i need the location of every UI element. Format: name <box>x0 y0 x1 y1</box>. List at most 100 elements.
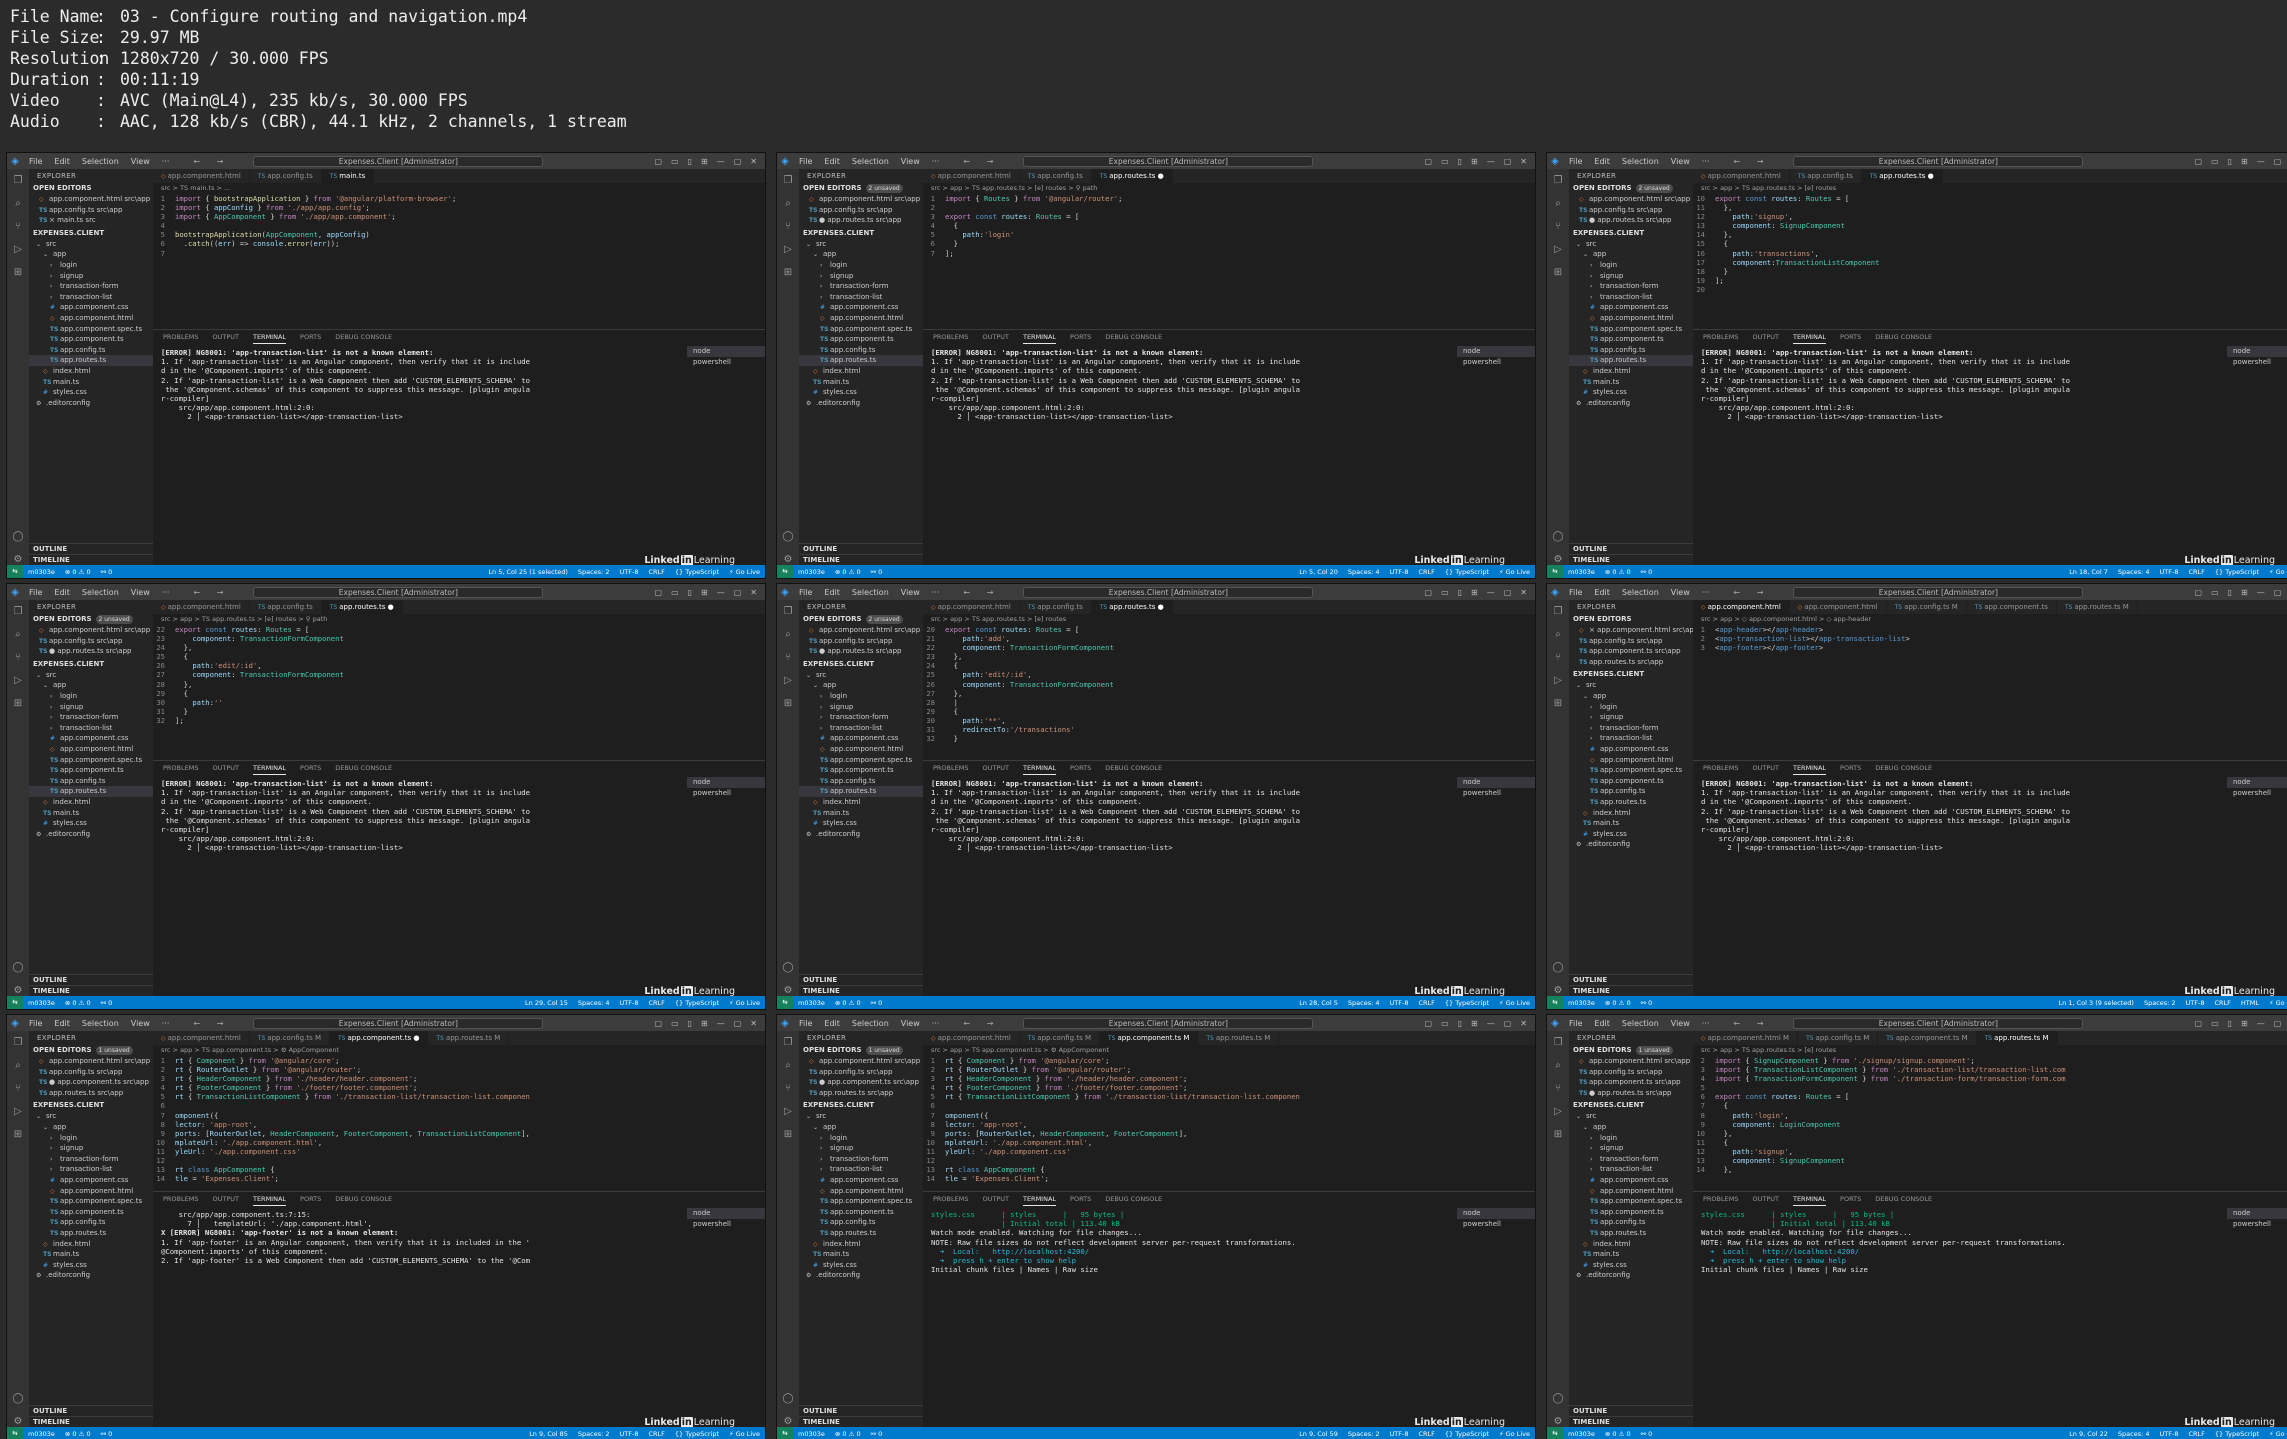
panel-tab-ports[interactable]: PORTS <box>1070 761 1091 775</box>
status-item[interactable]: UTF-8 <box>615 999 644 1007</box>
code-editor[interactable]: 10 export const routes: Routes = [11 }, 12… <box>1693 194 2287 294</box>
tree-item[interactable]: # styles.css <box>29 1260 153 1271</box>
tree-item[interactable]: ⌄ app <box>799 1122 923 1133</box>
back-arrow-icon[interactable]: ← <box>963 588 970 597</box>
tree-item[interactable]: TS app.routes.ts <box>799 786 923 797</box>
panel-tab-terminal[interactable]: TERMINAL <box>252 761 287 775</box>
panel-tab-ports[interactable]: PORTS <box>1840 330 1861 344</box>
timeline-section[interactable]: TIMELINE <box>799 985 923 996</box>
editor-tab[interactable]: ◇ app.component.html <box>153 169 250 183</box>
account-icon[interactable]: ◯ <box>12 962 23 973</box>
tree-item[interactable]: ⌄ src <box>1569 239 1693 250</box>
ports-status[interactable]: ⚯ 0 <box>1636 568 1658 576</box>
editor-tab[interactable]: ◇ app.component.html <box>923 1031 1020 1045</box>
panel-tab-debug-console[interactable]: DEBUG CONSOLE <box>1105 330 1162 344</box>
status-item[interactable]: CRLF <box>2183 568 2209 576</box>
account-icon[interactable]: ◯ <box>12 1393 23 1404</box>
project-section[interactable]: EXPENSES.CLIENT <box>29 1100 153 1111</box>
editor-tab[interactable]: TS app.component.ts M <box>1099 1031 1199 1045</box>
toggle-panel-icon[interactable]: ▭ <box>1441 1019 1449 1028</box>
tree-item[interactable]: › transaction-form <box>29 281 153 292</box>
remote-icon[interactable]: ⇆ <box>777 1427 793 1439</box>
status-item[interactable]: ⚡ Go Live <box>1494 999 1535 1007</box>
maximize-icon[interactable]: ▢ <box>734 588 742 597</box>
terminal-output[interactable]: [ERROR] NG8001: 'app-transaction-list' i… <box>161 348 675 422</box>
timeline-section[interactable]: TIMELINE <box>799 554 923 565</box>
toggle-panel-icon[interactable]: ▭ <box>1441 588 1449 597</box>
open-editors-section[interactable]: OPEN EDITORS 2 unsaved <box>29 614 153 625</box>
extensions-icon[interactable]: ⊞ <box>784 1129 792 1140</box>
status-item[interactable]: ⚡ Go Live <box>724 1430 765 1438</box>
status-item[interactable]: Ln 5, Col 20 <box>1294 568 1343 576</box>
tree-item[interactable]: TS app.routes.ts <box>29 1228 153 1239</box>
code-editor[interactable]: 1 rt { Component } from '@angular/core'; 2… <box>153 1056 765 1183</box>
status-item[interactable]: CRLF <box>643 568 669 576</box>
code-editor[interactable]: 2 import { SignupComponent } from './sign… <box>1693 1056 2287 1174</box>
source-control-icon[interactable]: ⑂ <box>785 652 791 663</box>
panel-tab-ports[interactable]: PORTS <box>1840 761 1861 775</box>
tree-item[interactable]: ⌄ app <box>1569 1122 1693 1133</box>
status-item[interactable]: ⚡ Go Live <box>1494 568 1535 576</box>
tree-item[interactable]: TS main.ts <box>799 377 923 388</box>
toggle-sidebar-icon[interactable]: ▢ <box>2195 157 2203 166</box>
toggle-sidebar-icon[interactable]: ▢ <box>1425 588 1433 597</box>
timeline-section[interactable]: TIMELINE <box>1569 554 1693 565</box>
terminal-node[interactable]: node <box>2227 1208 2287 1219</box>
project-section[interactable]: EXPENSES.CLIENT <box>799 659 923 670</box>
menu-selection[interactable]: Selection <box>1616 588 1665 597</box>
outline-section[interactable]: OUTLINE <box>799 1405 923 1416</box>
editor-tab[interactable]: TS app.component.ts <box>1967 600 2057 614</box>
branch-status[interactable]: m0303e <box>23 999 60 1007</box>
tree-item[interactable]: TS main.ts <box>29 808 153 819</box>
extensions-icon[interactable]: ⊞ <box>14 267 22 278</box>
open-editor-item[interactable]: TS app.config.ts src\app <box>799 636 923 647</box>
panel-tab-ports[interactable]: PORTS <box>300 1192 321 1206</box>
open-editors-section[interactable]: OPEN EDITORS 2 unsaved <box>799 183 923 194</box>
extensions-icon[interactable]: ⊞ <box>1554 698 1562 709</box>
source-control-icon[interactable]: ⑂ <box>15 652 21 663</box>
open-editor-item[interactable]: TS app.routes.ts src\app <box>29 1088 153 1099</box>
remote-icon[interactable]: ⇆ <box>7 565 23 578</box>
remote-icon[interactable]: ⇆ <box>1547 1427 1563 1439</box>
problems-status[interactable]: ⊗ 0 ⚠ 0 <box>60 999 96 1007</box>
status-item[interactable]: UTF-8 <box>2155 568 2184 576</box>
toggle-secondary-icon[interactable]: ▯ <box>688 157 692 166</box>
toggle-panel-icon[interactable]: ▭ <box>671 157 679 166</box>
terminal-output[interactable]: [ERROR] NG8001: 'app-transaction-list' i… <box>931 348 1445 422</box>
maximize-icon[interactable]: ▢ <box>734 157 742 166</box>
editor-tab[interactable]: ◇ app.component.html <box>1790 600 1887 614</box>
back-arrow-icon[interactable]: ← <box>963 1019 970 1028</box>
toggle-panel-icon[interactable]: ▭ <box>671 1019 679 1028</box>
menu-moremoremore[interactable]: ··· <box>1696 1019 1716 1028</box>
status-item[interactable]: UTF-8 <box>2181 999 2210 1007</box>
menu-selection[interactable]: Selection <box>76 588 125 597</box>
menu-file[interactable]: File <box>23 588 48 597</box>
status-item[interactable]: UTF-8 <box>615 568 644 576</box>
open-editors-section[interactable]: OPEN EDITORS 2 unsaved <box>799 614 923 625</box>
maximize-icon[interactable]: ▢ <box>1504 588 1512 597</box>
tree-item[interactable]: TS app.component.spec.ts <box>29 324 153 335</box>
terminal-powershell[interactable]: powershell <box>2227 788 2287 799</box>
tree-item[interactable]: TS main.ts <box>1569 1249 1693 1260</box>
account-icon[interactable]: ◯ <box>782 531 793 542</box>
tree-item[interactable]: TS main.ts <box>799 808 923 819</box>
tree-item[interactable]: TS app.routes.ts <box>1569 355 1693 366</box>
command-center[interactable]: Expenses.Client [Administrator] <box>1793 155 2084 167</box>
menu-selection[interactable]: Selection <box>76 1019 125 1028</box>
panel-tab-terminal[interactable]: TERMINAL <box>1792 330 1827 344</box>
extensions-icon[interactable]: ⊞ <box>1554 1129 1562 1140</box>
minimize-icon[interactable]: — <box>717 1019 725 1028</box>
menu-moremoremore[interactable]: ··· <box>156 588 176 597</box>
status-item[interactable]: CRLF <box>1413 568 1439 576</box>
tree-item[interactable]: ◇ app.component.html <box>1569 313 1693 324</box>
tree-item[interactable]: TS app.component.ts <box>1569 1207 1693 1218</box>
status-item[interactable]: Ln 9, Col 85 <box>524 1430 573 1438</box>
toggle-secondary-icon[interactable]: ▯ <box>688 1019 692 1028</box>
tree-item[interactable]: › transaction-form <box>29 1154 153 1165</box>
panel-tab-terminal[interactable]: TERMINAL <box>1022 761 1057 775</box>
panel-tab-debug-console[interactable]: DEBUG CONSOLE <box>335 1192 392 1206</box>
tree-item[interactable]: ⚙ .editorconfig <box>799 398 923 409</box>
tree-item[interactable]: ⚙ .editorconfig <box>1569 839 1693 850</box>
menu-selection[interactable]: Selection <box>846 157 895 166</box>
editor-tab[interactable]: TS app.routes.ts ● <box>1861 169 1943 183</box>
